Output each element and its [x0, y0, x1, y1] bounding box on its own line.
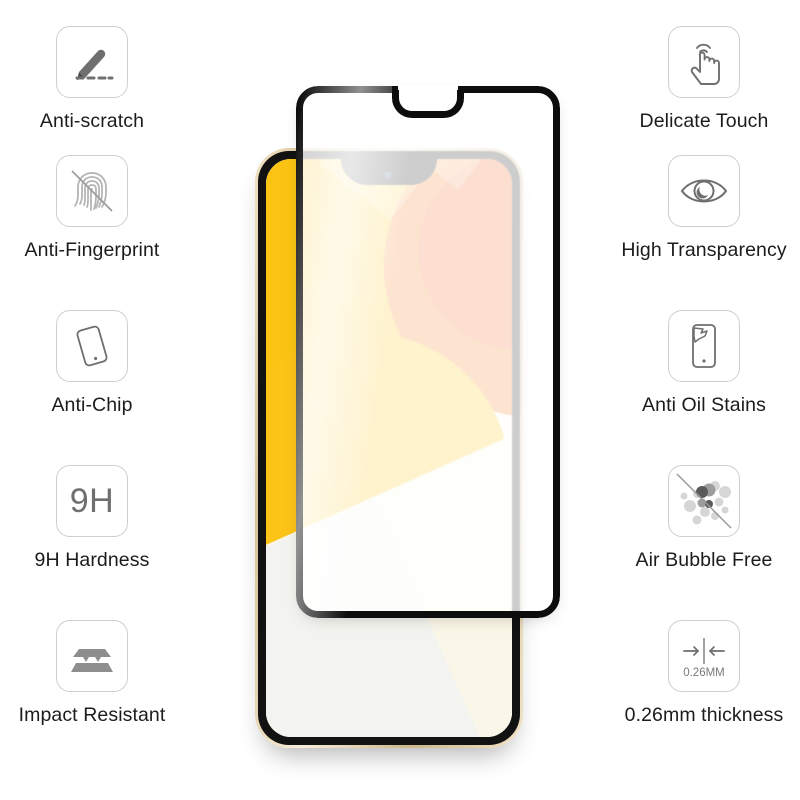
feature-label: 0.26mm thickness	[624, 704, 784, 726]
tilted-phone-icon	[56, 310, 128, 382]
touch-hand-icon	[668, 26, 740, 98]
feature-thickness: 0.26MM 0.26mm thickness	[594, 620, 800, 775]
phone-oil-splotch-icon	[668, 310, 740, 382]
feature-anti-chip: Anti-Chip	[0, 310, 202, 465]
thickness-arrows-icon: 0.26MM	[668, 620, 740, 692]
thickness-icon-text: 0.26MM	[683, 667, 725, 679]
eye-icon	[668, 155, 740, 227]
feature-label: Anti-Fingerprint	[24, 239, 160, 261]
feature-label: High Transparency	[621, 239, 787, 261]
tempered-glass-protector	[296, 86, 560, 618]
feature-label: Delicate Touch	[639, 110, 769, 132]
feature-column-left: Anti-scratch Anti-Fingerprint Anti-Chip …	[0, 0, 202, 800]
9h-text-icon: 9H	[56, 465, 128, 537]
pencil-scratch-icon	[56, 26, 128, 98]
9h-icon-text: 9H	[69, 481, 115, 520]
feature-label: Impact Resistant	[18, 704, 166, 726]
feature-9h-hardness: 9H 9H Hardness	[0, 465, 202, 620]
glass-notch-fill	[398, 86, 458, 90]
feature-high-transparency: High Transparency	[594, 155, 800, 310]
feature-label: Anti-Chip	[51, 394, 133, 416]
glass-notch-edge	[392, 86, 464, 118]
feature-impact-resistant: Impact Resistant	[0, 620, 202, 775]
feature-label: 9H Hardness	[34, 549, 150, 571]
feature-label: Anti Oil Stains	[642, 394, 766, 416]
feature-anti-fingerprint: Anti-Fingerprint	[0, 155, 202, 310]
feature-column-right: Delicate Touch High Transparency Anti Oi…	[594, 0, 800, 800]
bubbles-slash-icon	[668, 465, 740, 537]
feature-label: Anti-scratch	[39, 110, 145, 132]
feature-delicate-touch: Delicate Touch	[594, 0, 800, 155]
feature-anti-oil-stains: Anti Oil Stains	[594, 310, 800, 465]
feature-air-bubble-free: Air Bubble Free	[594, 465, 800, 620]
feature-anti-scratch: Anti-scratch	[0, 0, 202, 155]
fingerprint-slash-icon	[56, 155, 128, 227]
layered-plates-icon	[56, 620, 128, 692]
feature-label: Air Bubble Free	[635, 549, 773, 571]
